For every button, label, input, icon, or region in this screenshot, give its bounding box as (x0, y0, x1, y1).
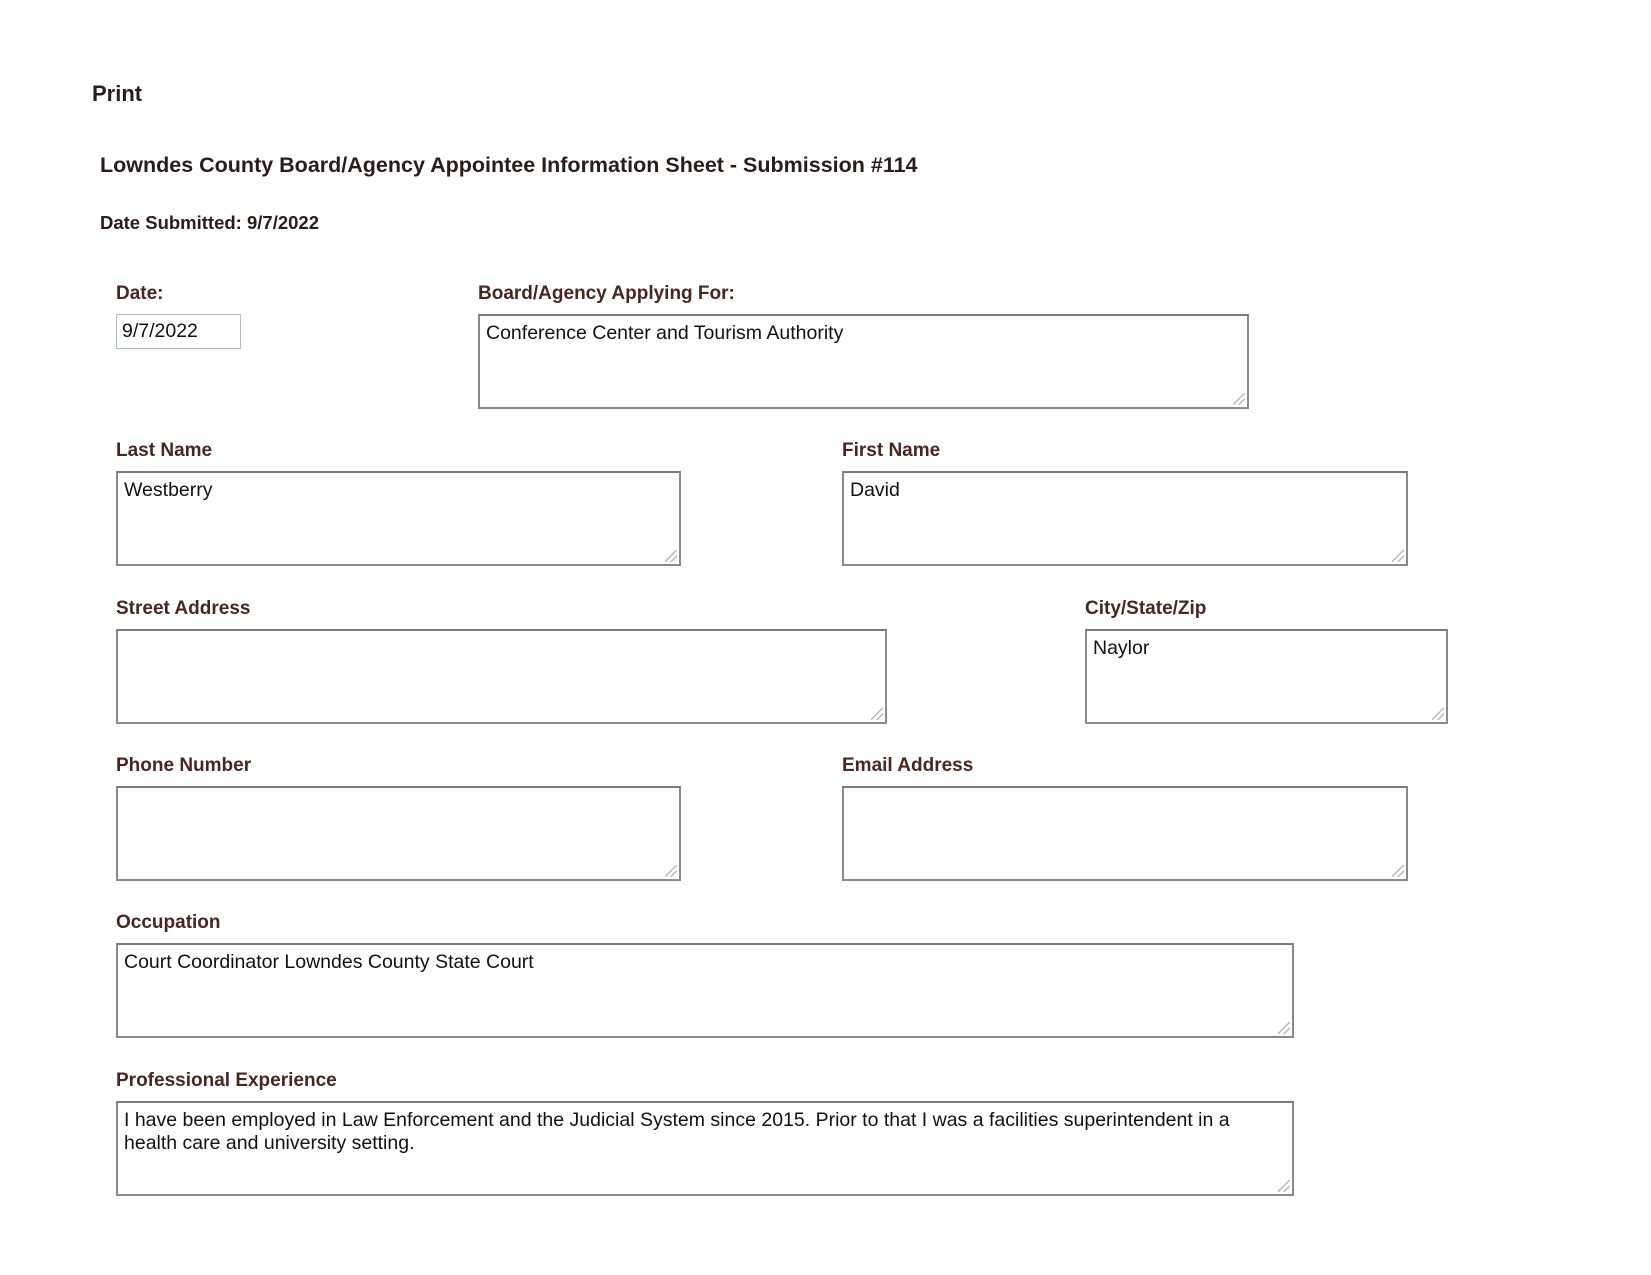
occupation-label: Occupation (116, 912, 221, 933)
email-address-field[interactable] (842, 786, 1408, 881)
board-agency-label: Board/Agency Applying For: (478, 283, 735, 304)
print-link[interactable]: Print (92, 81, 142, 107)
street-address-field[interactable] (116, 629, 887, 724)
resize-grip-icon[interactable] (665, 550, 677, 562)
first-name-value: David (850, 479, 900, 501)
last-name-value: Westberry (124, 479, 213, 501)
professional-experience-value: I have been employed in Law Enforcement … (124, 1109, 1230, 1154)
occupation-value: Court Coordinator Lowndes County State C… (124, 951, 534, 973)
phone-number-label: Phone Number (116, 755, 252, 776)
resize-grip-icon[interactable] (871, 708, 883, 720)
city-state-zip-value: Naylor (1093, 637, 1150, 659)
phone-number-field[interactable] (116, 786, 681, 881)
first-name-field[interactable]: David (842, 471, 1408, 566)
date-field[interactable]: 9/7/2022 (116, 314, 241, 349)
city-state-zip-field[interactable]: Naylor (1085, 629, 1448, 724)
resize-grip-icon[interactable] (1278, 1022, 1290, 1034)
city-state-zip-label: City/State/Zip (1085, 598, 1207, 619)
professional-experience-field[interactable]: I have been employed in Law Enforcement … (116, 1101, 1294, 1196)
email-address-label: Email Address (842, 755, 974, 776)
occupation-field[interactable]: Court Coordinator Lowndes County State C… (116, 943, 1294, 1038)
resize-grip-icon[interactable] (1278, 1180, 1290, 1192)
board-agency-value: Conference Center and Tourism Authority (486, 322, 844, 344)
last-name-label: Last Name (116, 440, 213, 461)
date-label: Date: (116, 283, 164, 304)
professional-experience-label: Professional Experience (116, 1070, 337, 1091)
resize-grip-icon[interactable] (1233, 393, 1245, 405)
resize-grip-icon[interactable] (1392, 550, 1404, 562)
last-name-field[interactable]: Westberry (116, 471, 681, 566)
street-address-label: Street Address (116, 598, 251, 619)
resize-grip-icon[interactable] (1432, 708, 1444, 720)
page-title: Lowndes County Board/Agency Appointee In… (100, 153, 918, 177)
first-name-label: First Name (842, 440, 941, 461)
resize-grip-icon[interactable] (665, 865, 677, 877)
date-submitted: Date Submitted: 9/7/2022 (100, 212, 319, 233)
resize-grip-icon[interactable] (1392, 865, 1404, 877)
board-agency-field[interactable]: Conference Center and Tourism Authority (478, 314, 1249, 409)
